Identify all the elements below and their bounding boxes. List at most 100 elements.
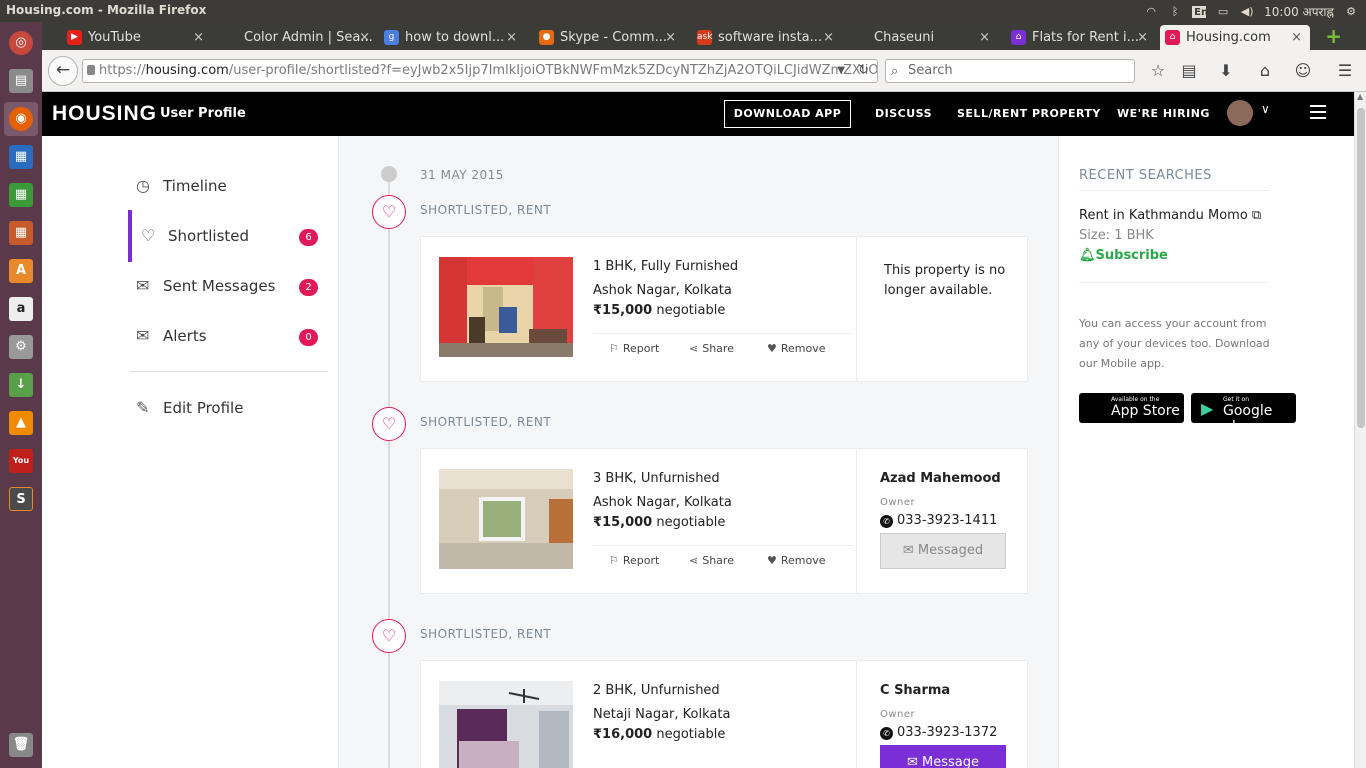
launcher-impress[interactable]: ▦ xyxy=(4,216,38,250)
report-button[interactable]: ⚐ Report xyxy=(609,342,659,355)
owner-phone[interactable]: ✆ 033-3923-1372 xyxy=(880,725,997,740)
message-button[interactable]: ✉ Message xyxy=(880,745,1006,768)
property-photo[interactable] xyxy=(439,681,573,768)
owner-phone[interactable]: ✆ 033-3923-1411 xyxy=(880,513,997,528)
battery-icon[interactable]: ▭ xyxy=(1216,5,1230,18)
bluetooth-icon[interactable]: ᛒ xyxy=(1168,5,1182,18)
back-arrow-icon[interactable]: ← xyxy=(48,56,78,86)
download-app-button[interactable]: DOWNLOAD APP xyxy=(724,100,851,128)
reading-list-icon[interactable]: ▤ xyxy=(1178,60,1200,82)
divider xyxy=(856,661,857,768)
tab-software-install[interactable]: ask software insta... × xyxy=(692,25,842,50)
property-card[interactable]: 2 BHK, Unfurnished Netaji Nagar, Kolkata… xyxy=(420,660,1028,768)
launcher-calc[interactable]: ▦ xyxy=(4,178,38,212)
recent-search-link[interactable]: Rent in Kathmandu Momo ⧉ xyxy=(1079,208,1261,223)
timeline-date: 31 MAY 2015 xyxy=(420,168,504,182)
clock-icon: ◷ xyxy=(136,176,150,195)
menu-icon[interactable]: ☰ xyxy=(1334,60,1356,82)
google-play-button[interactable]: ▶ Get it on Google play xyxy=(1191,393,1296,435)
files-icon: ▤ xyxy=(9,69,33,93)
housing-logo[interactable]: HOUSING xyxy=(52,102,157,126)
launcher-firefox[interactable]: ◉ xyxy=(4,102,38,136)
scrollbar-thumb[interactable] xyxy=(1357,108,1365,428)
app-store-button[interactable]: Available on the App Store xyxy=(1079,393,1184,423)
launcher-sublime[interactable]: S xyxy=(4,482,38,516)
tab-chaseuni[interactable]: Chaseuni × xyxy=(848,25,998,50)
divider xyxy=(1079,190,1269,191)
sell-rent-property-link[interactable]: SELL/RENT PROPERTY xyxy=(957,107,1101,120)
clock[interactable]: 10:00 अपराह्न xyxy=(1264,3,1334,20)
tab-flats-for-rent[interactable]: ⌂ Flats for Rent i... × xyxy=(1006,25,1156,50)
tab-skype[interactable]: ● Skype - Comm... × xyxy=(534,25,684,50)
launcher-youtube[interactable]: You xyxy=(4,444,38,478)
property-title[interactable]: 3 BHK, Unfurnished xyxy=(593,471,720,486)
volume-icon[interactable]: ◀) xyxy=(1240,5,1254,18)
remove-button[interactable]: ♥ Remove xyxy=(767,554,826,567)
property-price: ₹15,000 negotiable xyxy=(593,515,726,530)
remove-button[interactable]: ♥ Remove xyxy=(767,342,826,355)
launcher-files[interactable]: ▤ xyxy=(4,64,38,98)
os-top-panel: Housing.com - Mozilla Firefox ◠ ᛒ En ▭ ◀… xyxy=(0,0,1366,22)
were-hiring-link[interactable]: WE'RE HIRING xyxy=(1117,107,1210,120)
property-title[interactable]: 1 BHK, Fully Furnished xyxy=(593,259,738,274)
amazon-icon: a xyxy=(9,297,33,321)
keyboard-language-indicator[interactable]: En xyxy=(1192,5,1208,18)
launcher-system-settings[interactable]: ⚙ xyxy=(4,330,38,364)
property-photo[interactable] xyxy=(439,257,573,357)
chevron-down-icon[interactable]: ▼ xyxy=(837,60,845,82)
chat-icon[interactable]: ☺ xyxy=(1292,60,1314,82)
discuss-link[interactable]: DISCUSS xyxy=(875,107,932,120)
property-card[interactable]: 1 BHK, Fully Furnished Ashok Nagar, Kolk… xyxy=(420,236,1028,382)
launcher-amazon[interactable]: a xyxy=(4,292,38,326)
tab-housing-active[interactable]: ⌂ Housing.com × xyxy=(1160,25,1310,50)
reload-icon[interactable]: ↻ xyxy=(858,60,869,82)
bookmark-star-icon[interactable]: ☆ xyxy=(1147,60,1169,82)
report-button[interactable]: ⚐ Report xyxy=(609,554,659,567)
ubuntu-dash-button[interactable]: ◎ xyxy=(4,26,38,60)
close-tab-icon[interactable]: × xyxy=(506,25,517,50)
share-button[interactable]: ⋖ Share xyxy=(689,342,734,355)
close-tab-icon[interactable]: × xyxy=(665,25,676,50)
share-button[interactable]: ⋖ Share xyxy=(689,554,734,567)
launcher-software-center[interactable]: A xyxy=(4,254,38,288)
settings-gear-icon[interactable]: ⚙ xyxy=(1344,5,1358,18)
close-tab-icon[interactable]: × xyxy=(979,25,990,50)
close-tab-icon[interactable]: × xyxy=(823,25,834,50)
url-bar[interactable]: https://housing.com/user-profile/shortli… xyxy=(82,59,878,83)
close-tab-icon[interactable]: × xyxy=(193,25,204,50)
sidebar-item-edit-profile[interactable]: ✎ Edit Profile xyxy=(132,393,332,423)
launcher-trash[interactable]: 🗑 xyxy=(4,728,38,762)
launcher-writer[interactable]: ▦ xyxy=(4,140,38,174)
close-tab-icon[interactable]: × xyxy=(1137,25,1148,50)
page-scrollbar[interactable]: ▲ xyxy=(1354,92,1366,768)
site-header: HOUSING User Profile DOWNLOAD APP DISCUS… xyxy=(42,92,1354,136)
share-icon: ⋖ xyxy=(689,554,699,567)
launcher-vlc[interactable]: ▲ xyxy=(4,406,38,440)
close-tab-icon[interactable]: × xyxy=(359,25,370,50)
page-favicon-icon xyxy=(853,30,868,45)
sidebar-item-timeline[interactable]: ◷ Timeline xyxy=(132,171,332,201)
hamburger-menu-icon[interactable] xyxy=(1310,105,1326,119)
scroll-up-arrow-icon[interactable]: ▲ xyxy=(1357,92,1363,101)
alerts-count-badge: 0 xyxy=(299,329,318,346)
subscribe-button[interactable]: 🔔︎Subscribe xyxy=(1079,248,1168,263)
chevron-down-icon[interactable]: ∨ xyxy=(1261,102,1270,116)
tab-youtube[interactable]: ▶ YouTube × xyxy=(62,25,212,50)
mail-icon: ✉ xyxy=(136,326,150,345)
download-arrow-icon[interactable]: ⬇ xyxy=(1215,60,1237,82)
property-photo[interactable] xyxy=(439,469,573,569)
search-input[interactable]: ⌕ Search xyxy=(885,59,1135,83)
flag-icon: ⚐ xyxy=(609,554,619,567)
messaged-button[interactable]: ✉ Messaged xyxy=(880,533,1006,569)
new-tab-plus-icon[interactable]: + xyxy=(1325,25,1342,47)
home-icon[interactable]: ⌂ xyxy=(1254,60,1276,82)
property-card[interactable]: 3 BHK, Unfurnished Ashok Nagar, Kolkata … xyxy=(420,448,1028,594)
tab-how-to-download[interactable]: g how to downl... × xyxy=(379,25,525,50)
property-title[interactable]: 2 BHK, Unfurnished xyxy=(593,683,720,698)
wifi-icon[interactable]: ◠ xyxy=(1144,5,1158,18)
avatar[interactable] xyxy=(1227,100,1253,126)
launcher-downloader[interactable]: ↓ xyxy=(4,368,38,402)
divider xyxy=(856,237,857,381)
tab-color-admin[interactable]: Color Admin | Sea... × xyxy=(218,25,378,50)
close-tab-icon[interactable]: × xyxy=(1291,25,1302,50)
